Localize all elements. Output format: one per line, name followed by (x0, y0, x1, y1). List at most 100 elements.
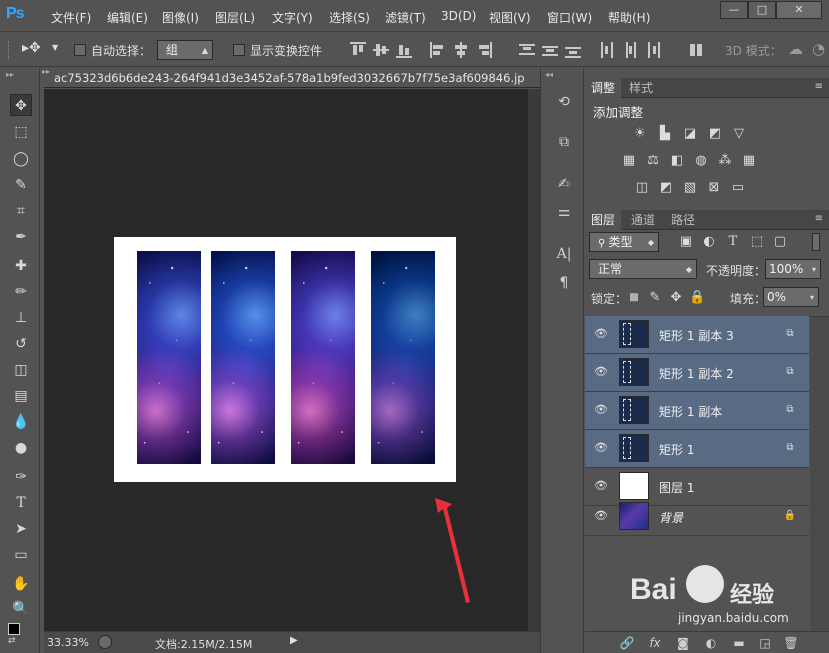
layer-row[interactable]: 👁 矩形 1 副本 ⧉ (585, 392, 809, 430)
3d-roll-icon[interactable]: ◔ (812, 40, 825, 58)
menu-file[interactable]: 文件(F) (51, 9, 91, 26)
gradient-map-icon[interactable]: ▭ (730, 180, 746, 196)
tab-styles[interactable]: 样式 (623, 78, 659, 98)
show-transform-checkbox[interactable] (233, 44, 245, 56)
crop-tool-icon[interactable]: ⌗ (10, 200, 32, 222)
brush-presets-panel-icon[interactable]: ⚌ (554, 202, 574, 222)
menu-filter[interactable]: 滤镜(T) (385, 9, 426, 26)
align-left-icon[interactable] (430, 42, 446, 58)
visibility-eye-icon[interactable]: 👁 (594, 509, 608, 523)
zoom-level[interactable]: 33.33% (47, 636, 89, 649)
collapse-dock-icon[interactable]: ◂◂ (545, 70, 553, 79)
menu-view[interactable]: 视图(V) (489, 9, 531, 26)
filter-smart-object-icon[interactable]: ▢ (772, 234, 788, 250)
tab-layers[interactable]: 图层 (585, 210, 622, 230)
status-menu-arrow-icon[interactable]: ▶ (290, 635, 298, 646)
align-bottom-icon[interactable] (396, 42, 412, 58)
eyedropper-tool-icon[interactable]: ✒ (10, 226, 32, 248)
lasso-tool-icon[interactable]: ◯ (10, 148, 32, 170)
status-info-icon[interactable] (98, 635, 112, 649)
hand-tool-icon[interactable]: ✋ (10, 573, 32, 595)
marquee-tool-icon[interactable]: ⬚ (10, 121, 32, 143)
type-tool-icon[interactable]: T (10, 492, 32, 514)
gradient-tool-icon[interactable]: ▤ (10, 385, 32, 407)
move-tool-icon[interactable]: ✥ (10, 94, 32, 116)
document-tab[interactable]: ac75323d6b6de243-264f941d3e3452af-578a1b… (54, 71, 525, 85)
pen-tool-icon[interactable]: ✑ (10, 466, 32, 488)
layer-thumbnail[interactable] (619, 472, 649, 500)
brush-panel-icon[interactable]: ✍ (554, 174, 574, 194)
stamp-tool-icon[interactable]: ⊥ (10, 307, 32, 329)
character-panel-icon[interactable]: A| (554, 244, 574, 264)
tab-paths[interactable]: 路径 (665, 210, 701, 230)
visibility-eye-icon[interactable]: 👁 (594, 441, 608, 455)
layer-row[interactable]: 👁 矩形 1 ⧉ (585, 430, 809, 468)
history-brush-tool-icon[interactable]: ↺ (10, 333, 32, 355)
layer-row[interactable]: 👁 矩形 1 副本 2 ⧉ (585, 354, 809, 392)
menu-edit[interactable]: 编辑(E) (107, 9, 148, 26)
invert-icon[interactable]: ◫ (634, 180, 650, 196)
filter-adjustment-icon[interactable]: ◐ (701, 234, 717, 250)
visibility-eye-icon[interactable]: 👁 (594, 365, 608, 379)
minimize-button[interactable]: — (720, 1, 748, 19)
adjustments-panel-menu-icon[interactable]: ≡ (815, 81, 823, 92)
filter-toggle-switch[interactable] (812, 233, 820, 251)
menu-window[interactable]: 窗口(W) (547, 9, 592, 26)
move-tool-icon[interactable]: ▸✥ (22, 40, 41, 56)
tool-preset-chevron-down-icon[interactable]: ▼ (52, 43, 58, 52)
black-white-icon[interactable]: ◧ (669, 153, 685, 169)
align-top-icon[interactable] (350, 42, 366, 58)
layers-panel-menu-icon[interactable]: ≡ (815, 213, 823, 224)
lock-all-icon[interactable]: 🔒 (689, 290, 705, 306)
menu-help[interactable]: 帮助(H) (608, 9, 650, 26)
lock-position-icon[interactable]: ✥ (668, 290, 684, 306)
auto-select-dropdown[interactable]: 组 ▲ (157, 40, 213, 60)
align-vcenter-icon[interactable] (373, 42, 389, 58)
posterize-icon[interactable]: ◩ (658, 180, 674, 196)
layer-row[interactable]: 👁 矩形 1 副本 3 ⧉ (585, 316, 809, 354)
foreground-color-swatch[interactable] (8, 623, 20, 635)
shape-thumbnail[interactable] (619, 434, 649, 462)
align-hcenter-icon[interactable] (453, 42, 469, 58)
vertical-scrollbar[interactable] (528, 89, 540, 631)
distribute-bottom-icon[interactable] (565, 42, 581, 58)
background-thumbnail[interactable] (619, 502, 649, 530)
filter-type-icon[interactable]: T (725, 234, 741, 250)
actions-panel-icon[interactable]: ⧉ (554, 132, 574, 152)
vibrance-icon[interactable]: ▽ (731, 126, 747, 142)
color-lookup-icon[interactable]: ▦ (741, 153, 757, 169)
blur-tool-icon[interactable]: 💧 (10, 411, 32, 433)
channel-mixer-icon[interactable]: ⁂ (717, 153, 733, 169)
menu-type[interactable]: 文字(Y) (272, 9, 313, 26)
grip-handle[interactable] (8, 41, 12, 59)
menu-layer[interactable]: 图层(L) (215, 9, 255, 26)
menu-select[interactable]: 选择(S) (329, 9, 370, 26)
distribute-hcenter-icon[interactable] (622, 42, 638, 58)
close-button[interactable]: ✕ (776, 1, 822, 19)
visibility-eye-icon[interactable]: 👁 (594, 479, 608, 493)
eraser-tool-icon[interactable]: ◫ (10, 359, 32, 381)
zoom-tool-icon[interactable]: 🔍 (10, 598, 32, 620)
lock-transparent-icon[interactable]: ▩ (626, 290, 642, 306)
color-balance-icon[interactable]: ⚖ (645, 153, 661, 169)
menu-image[interactable]: 图像(I) (162, 9, 199, 26)
history-panel-icon[interactable]: ⟲ (554, 92, 574, 112)
shape-thumbnail[interactable] (619, 320, 649, 348)
layer-filter-dropdown[interactable]: ⚲ 类型 ◆ (589, 232, 659, 252)
quick-select-tool-icon[interactable]: ✎ (10, 174, 32, 196)
new-adjustment-icon[interactable]: ◐ (703, 635, 719, 651)
blend-mode-dropdown[interactable]: 正常 ◆ (589, 259, 697, 279)
layer-row[interactable]: 👁 背景 🔒 (585, 498, 809, 536)
distribute-vcenter-icon[interactable] (542, 42, 558, 58)
new-layer-icon[interactable]: ◲ (757, 635, 773, 651)
visibility-eye-icon[interactable]: 👁 (594, 403, 608, 417)
3d-orbit-icon[interactable]: ☁ (788, 40, 803, 58)
filter-shape-icon[interactable]: ⬚ (749, 234, 765, 250)
rectangle-tool-icon[interactable]: ▭ (10, 544, 32, 566)
selective-color-icon[interactable]: ⊠ (706, 180, 722, 196)
menu-3d[interactable]: 3D(D) (441, 9, 476, 23)
distribute-right-icon[interactable] (645, 42, 661, 58)
auto-align-icon[interactable] (688, 42, 704, 58)
add-style-icon[interactable]: fx (647, 635, 663, 651)
distribute-top-icon[interactable] (519, 42, 535, 58)
